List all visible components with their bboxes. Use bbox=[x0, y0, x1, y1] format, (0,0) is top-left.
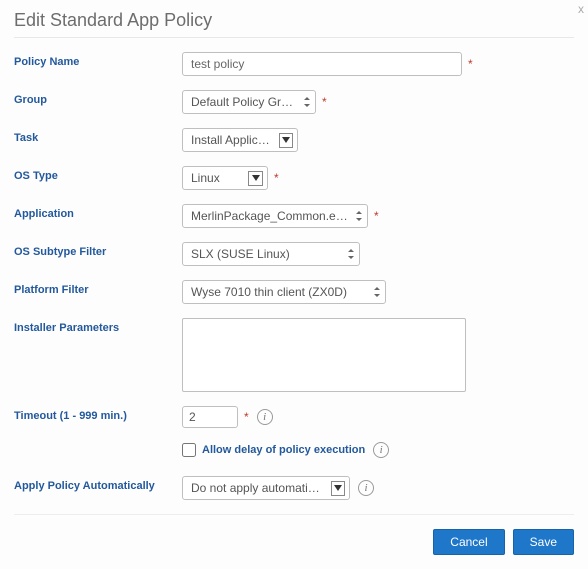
policy-name-input[interactable] bbox=[182, 52, 462, 76]
dialog-footer: Cancel Save bbox=[14, 514, 574, 555]
expand-icon bbox=[373, 287, 381, 297]
os-subtype-select[interactable]: SLX (SUSE Linux) bbox=[182, 242, 360, 266]
label-os-subtype: OS Subtype Filter bbox=[14, 242, 182, 258]
chevron-down-icon bbox=[331, 481, 345, 496]
close-icon[interactable]: x bbox=[578, 2, 584, 16]
task-select[interactable]: Install Application bbox=[182, 128, 298, 152]
edit-policy-dialog: x Edit Standard App Policy Policy Name *… bbox=[0, 0, 588, 569]
allow-delay-checkbox[interactable] bbox=[182, 443, 196, 457]
save-button[interactable]: Save bbox=[513, 529, 574, 555]
group-select[interactable]: Default Policy Group bbox=[182, 90, 316, 114]
expand-icon bbox=[347, 249, 355, 259]
application-value: MerlinPackage_Common.exe (Loc bbox=[191, 209, 349, 223]
label-application: Application bbox=[14, 204, 182, 220]
required-marker: * bbox=[374, 209, 379, 223]
chevron-down-icon bbox=[248, 171, 263, 186]
platform-filter-value: Wyse 7010 thin client (ZX0D) bbox=[191, 285, 347, 299]
label-group: Group bbox=[14, 90, 182, 106]
os-type-value: Linux bbox=[191, 171, 220, 185]
label-installer-params: Installer Parameters bbox=[14, 318, 182, 334]
info-icon[interactable]: i bbox=[358, 480, 374, 496]
label-apply-auto: Apply Policy Automatically bbox=[14, 476, 182, 492]
required-marker: * bbox=[244, 410, 249, 424]
task-select-value: Install Application bbox=[191, 133, 273, 147]
installer-params-textarea[interactable] bbox=[182, 318, 466, 392]
label-task: Task bbox=[14, 128, 182, 144]
cancel-button[interactable]: Cancel bbox=[433, 529, 504, 555]
os-type-select[interactable]: Linux bbox=[182, 166, 268, 190]
apply-auto-value: Do not apply automatically bbox=[191, 481, 325, 495]
apply-auto-select[interactable]: Do not apply automatically bbox=[182, 476, 350, 500]
info-icon[interactable]: i bbox=[373, 442, 389, 458]
allow-delay-label: Allow delay of policy execution bbox=[202, 444, 365, 456]
info-icon[interactable]: i bbox=[257, 409, 273, 425]
timeout-input[interactable] bbox=[182, 406, 238, 428]
label-os-type: OS Type bbox=[14, 166, 182, 182]
chevron-down-icon bbox=[279, 133, 293, 148]
label-policy-name: Policy Name bbox=[14, 52, 182, 68]
expand-icon bbox=[355, 211, 363, 221]
platform-filter-select[interactable]: Wyse 7010 thin client (ZX0D) bbox=[182, 280, 386, 304]
required-marker: * bbox=[468, 57, 473, 71]
expand-icon bbox=[303, 97, 311, 107]
application-select[interactable]: MerlinPackage_Common.exe (Loc bbox=[182, 204, 368, 228]
required-marker: * bbox=[274, 171, 279, 185]
label-platform-filter: Platform Filter bbox=[14, 280, 182, 296]
dialog-title: Edit Standard App Policy bbox=[14, 10, 574, 38]
required-marker: * bbox=[322, 95, 327, 109]
label-timeout: Timeout (1 - 999 min.) bbox=[14, 406, 182, 422]
group-select-value: Default Policy Group bbox=[191, 95, 297, 109]
os-subtype-value: SLX (SUSE Linux) bbox=[191, 247, 290, 261]
